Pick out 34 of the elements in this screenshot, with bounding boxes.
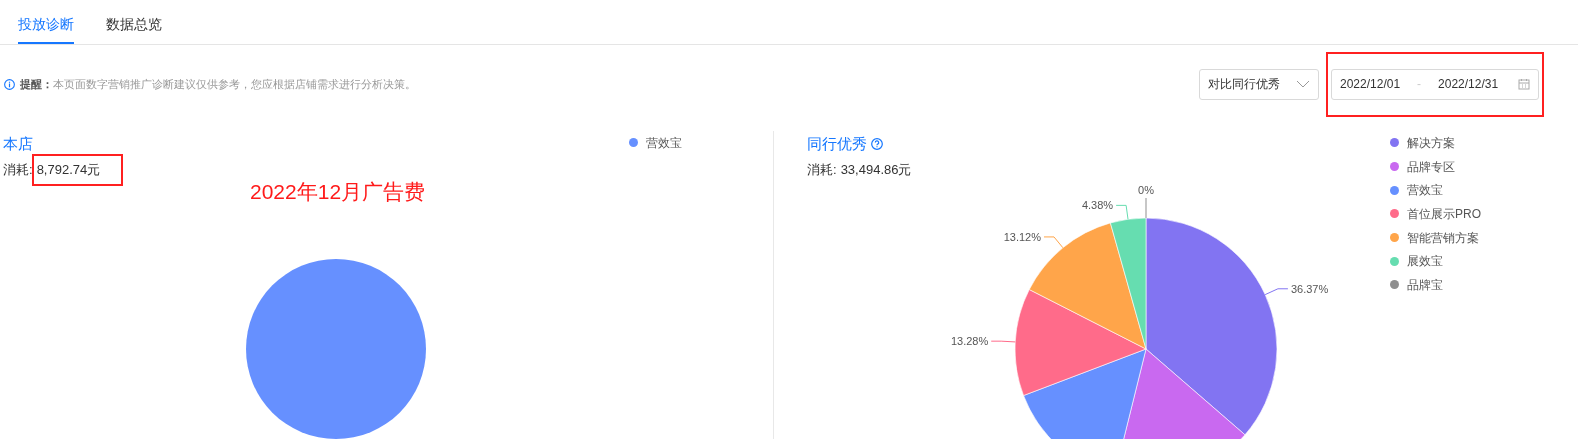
leader-line <box>990 340 1016 343</box>
legend-item[interactable]: 首位展示PRO <box>1390 202 1481 226</box>
section-title: 本店 <box>3 134 33 154</box>
annotation-text: 2022年12月广告费 <box>250 179 426 205</box>
leader-line <box>1115 204 1129 220</box>
legend-item[interactable]: 展效宝 <box>1390 249 1481 274</box>
spend-label: 消耗: <box>3 161 33 177</box>
tab[interactable]: 投放诊断 <box>18 0 74 44</box>
data-label: 13.12% <box>1003 230 1041 243</box>
calendar-icon <box>1518 78 1530 90</box>
chevron-down-icon <box>1296 80 1310 88</box>
legend-item[interactable]: 营效宝 <box>629 131 682 155</box>
spend-value: 8,792.74元 <box>36 161 101 177</box>
legend-item[interactable]: 解决方案 <box>1390 131 1481 155</box>
notice-text: 提醒：本页面数字营销推广诊断建议仅供参考，您应根据店铺需求进行分析决策。 <box>20 76 416 92</box>
leader-line <box>1043 236 1064 249</box>
data-label: 36.37% <box>1290 282 1329 295</box>
help-icon[interactable] <box>871 138 883 151</box>
legend-item[interactable]: 营效宝 <box>1390 178 1481 203</box>
data-label: 13.28% <box>950 335 989 348</box>
legend-item[interactable]: 智能营销方案 <box>1390 225 1481 250</box>
data-label: 4.38% <box>1081 199 1114 212</box>
spend-label: 消耗: <box>807 161 837 177</box>
date-range-field[interactable]: 2022/12/01 - 2022/12/31 <box>1331 68 1539 100</box>
spend-value: 33,494.86元 <box>840 161 912 177</box>
tab[interactable]: 数据总览 <box>106 0 162 44</box>
info-icon <box>4 78 15 90</box>
legend-item[interactable]: 品牌宝 <box>1390 273 1481 297</box>
leader-line <box>1145 197 1147 219</box>
compare-select[interactable]: 对比同行优秀 <box>1199 68 1319 100</box>
leader-line <box>1264 288 1289 296</box>
data-label: 0% <box>1138 184 1154 196</box>
section-title: 同行优秀 <box>807 134 867 154</box>
legend-item[interactable]: 品牌专区 <box>1390 154 1481 179</box>
